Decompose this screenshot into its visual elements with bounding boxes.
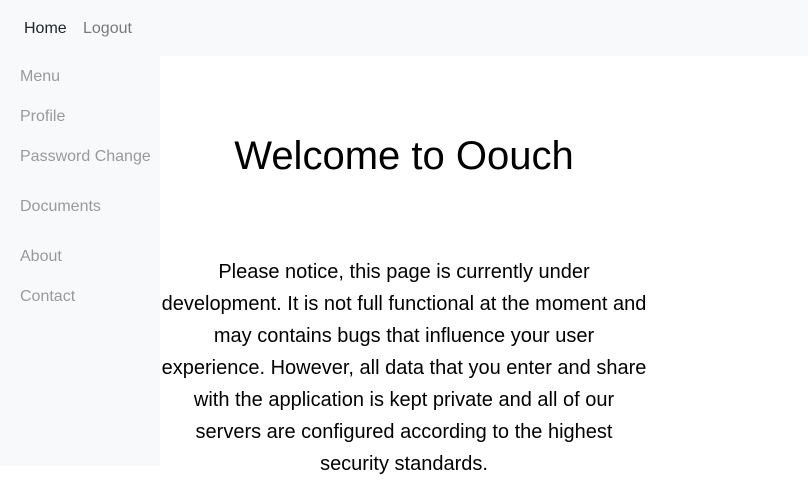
sidebar-item-contact[interactable]: Contact <box>20 287 75 307</box>
nav-home-link[interactable]: Home <box>24 19 67 39</box>
sidebar-item-about[interactable]: About <box>20 247 62 267</box>
sidebar-item-profile[interactable]: Profile <box>20 107 65 127</box>
sidebar: Menu Profile Password Change Documents A… <box>0 56 160 466</box>
development-notice: Please notice, this page is currently un… <box>161 261 647 475</box>
sidebar-item-documents[interactable]: Documents <box>20 197 101 217</box>
page-title: Welcome to Oouch <box>234 134 574 178</box>
top-navbar: Home Logout <box>0 0 808 56</box>
sidebar-item-password-change[interactable]: Password Change <box>20 147 151 167</box>
nav-logout-link[interactable]: Logout <box>83 19 132 39</box>
sidebar-heading-menu: Menu <box>20 68 61 85</box>
